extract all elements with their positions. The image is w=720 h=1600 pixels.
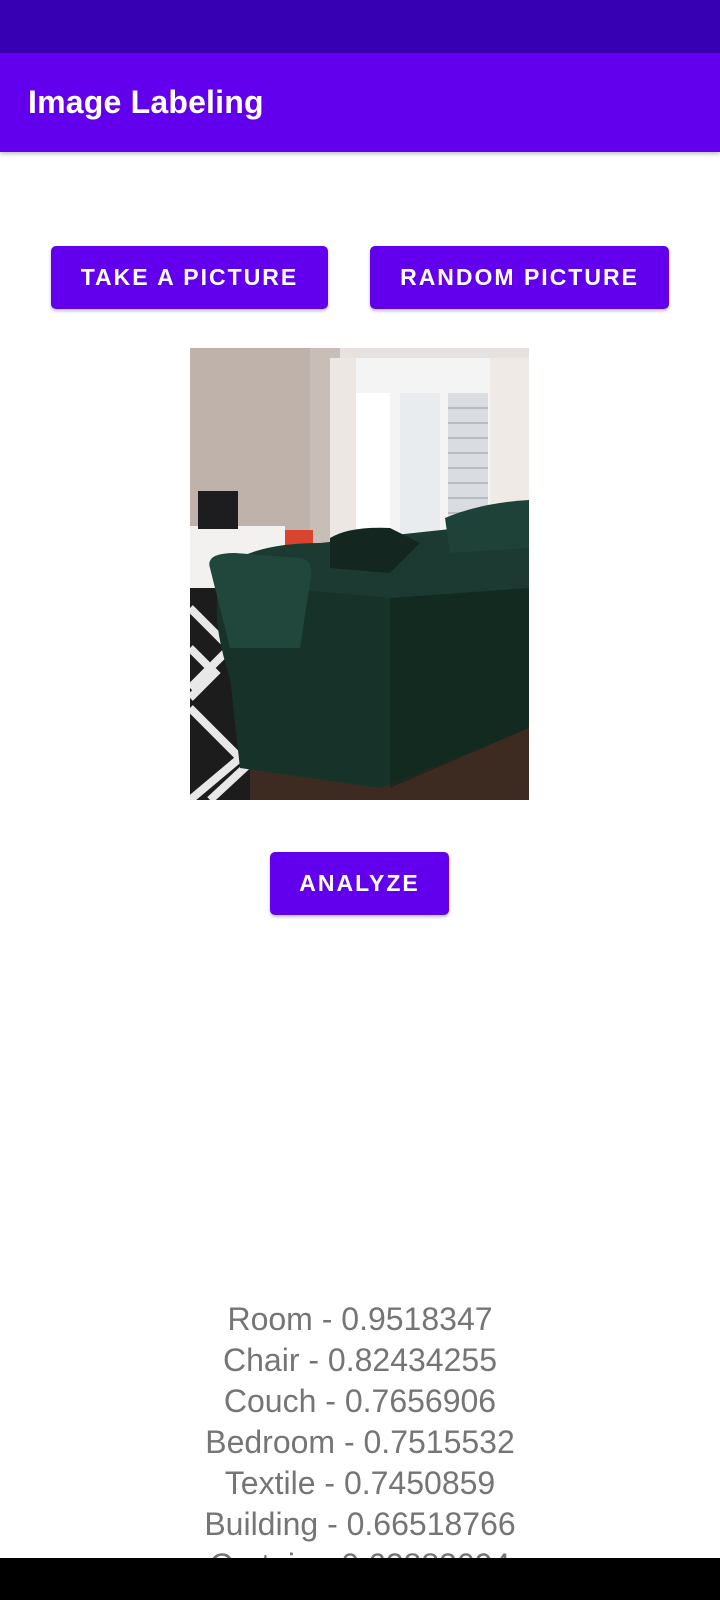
label-result: Chair - 0.82434255 xyxy=(223,1342,497,1378)
take-picture-button[interactable]: Take a picture xyxy=(51,246,328,309)
label-result: Building - 0.66518766 xyxy=(204,1506,516,1542)
room-photo xyxy=(190,348,529,800)
labels-list: Room - 0.9518347 Chair - 0.82434255 Couc… xyxy=(0,1299,720,1586)
room-photo-illustration xyxy=(190,348,529,800)
app-bar: Image Labeling xyxy=(0,53,720,152)
navigation-bar xyxy=(0,1558,720,1600)
status-bar xyxy=(0,0,720,53)
app-title: Image Labeling xyxy=(28,84,264,120)
label-result: Textile - 0.7450859 xyxy=(224,1465,496,1501)
random-picture-button[interactable]: Random picture xyxy=(370,246,669,309)
analyze-button[interactable]: Analyze xyxy=(270,852,449,915)
label-result: Bedroom - 0.7515532 xyxy=(205,1424,515,1460)
label-result: Room - 0.9518347 xyxy=(227,1301,493,1337)
label-result: Couch - 0.7656906 xyxy=(223,1383,497,1419)
